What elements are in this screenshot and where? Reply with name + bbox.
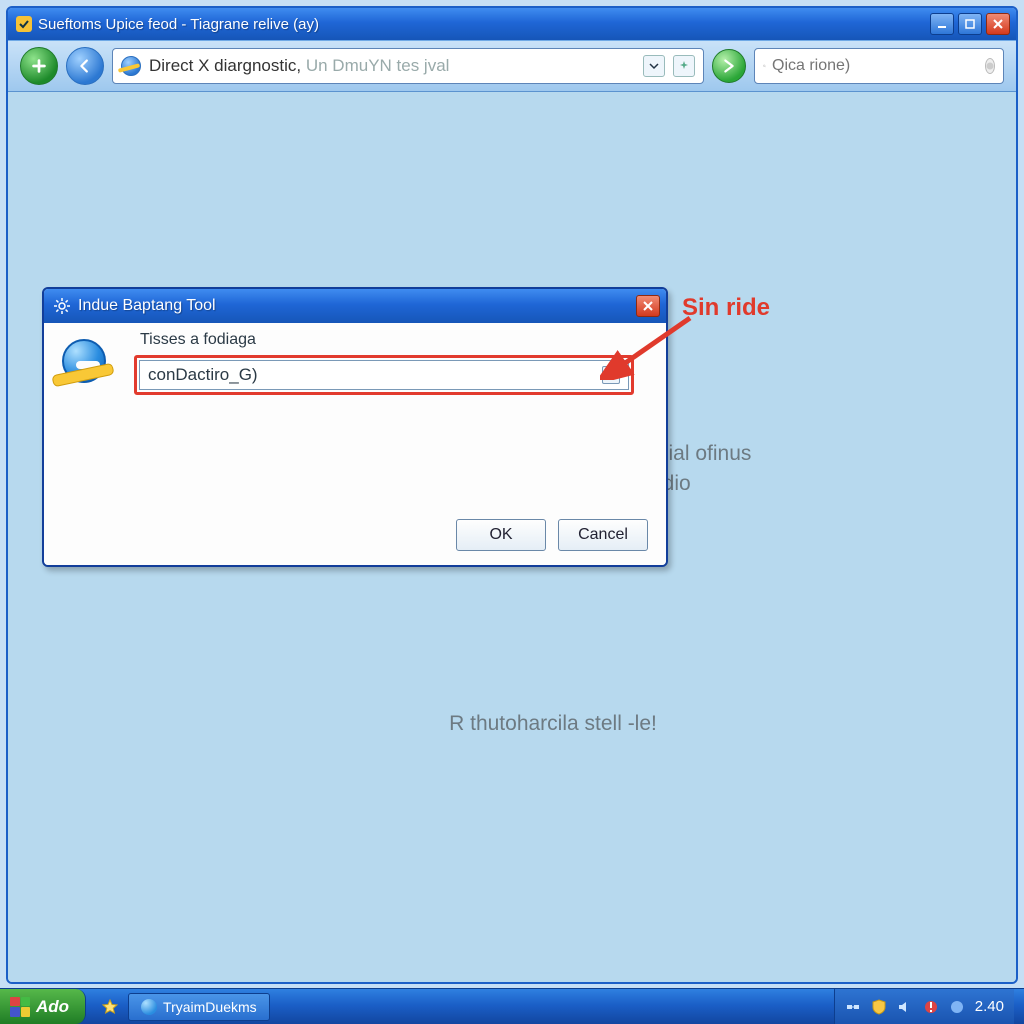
app-icon: [16, 16, 32, 32]
ie-icon: [121, 56, 141, 76]
start-label: Ado: [36, 997, 69, 1017]
search-clear-button[interactable]: [985, 58, 995, 74]
windows-logo-icon: [10, 997, 30, 1017]
address-hint: Un DmuYN tes jval: [306, 56, 450, 75]
search-input[interactable]: [772, 57, 979, 75]
minimize-button[interactable]: [930, 13, 954, 35]
forward-button[interactable]: [66, 47, 104, 85]
address-main: Direct X diargnostic,: [149, 56, 306, 75]
star-icon: [102, 999, 118, 1015]
plus-icon: [30, 57, 48, 75]
dialog-titlebar: Indue Baptang Tool: [44, 289, 666, 323]
gear-icon: [54, 298, 70, 314]
search-icon: [763, 58, 766, 74]
window-title-text: Sueftoms Upice feod - Tiagrane relive (a…: [38, 16, 319, 33]
background-text-footer: R thutoharcila stell -le!: [378, 712, 728, 736]
taskbar: Ado TryaimDuekms 2.40: [0, 988, 1024, 1024]
tray-misc-icon[interactable]: [949, 999, 965, 1015]
tray-volume-icon[interactable]: [897, 999, 913, 1015]
browser-window: Sueftoms Upice feod - Tiagrane relive (a…: [6, 6, 1018, 984]
tray-network-icon[interactable]: [845, 999, 861, 1015]
tray-update-icon[interactable]: [923, 999, 939, 1015]
tray-clock: 2.40: [975, 998, 1004, 1015]
taskbar-task-item[interactable]: TryaimDuekms: [128, 993, 270, 1021]
cancel-button[interactable]: Cancel: [558, 519, 648, 551]
close-button[interactable]: [986, 13, 1010, 35]
run-command-combo[interactable]: conDactiro_G): [139, 360, 629, 390]
task-item-label: TryaimDuekms: [163, 999, 257, 1015]
arrow-left-icon: [76, 57, 94, 75]
back-button[interactable]: [20, 47, 58, 85]
background-text-1: cial ofinus: [658, 442, 751, 466]
combo-highlight: conDactiro_G): [134, 355, 634, 395]
dialog-body: Tisses a fodiaga conDactiro_G) OK Cancel: [44, 323, 666, 565]
address-bar[interactable]: Direct X diargnostic, Un DmuYN tes jval: [112, 48, 704, 84]
address-refresh-button[interactable]: [673, 55, 695, 77]
ie-icon: [141, 999, 157, 1015]
address-dropdown-button[interactable]: [643, 55, 665, 77]
search-box[interactable]: [754, 48, 1004, 84]
window-title: Sueftoms Upice feod - Tiagrane relive (a…: [16, 16, 926, 33]
dialog-label: Tisses a fodiaga: [140, 331, 256, 349]
close-icon: [986, 62, 994, 70]
combo-dropdown-button[interactable]: [602, 366, 620, 384]
chevron-down-icon: [606, 370, 616, 380]
quicklaunch-icon[interactable]: [100, 997, 120, 1017]
dialog-close-button[interactable]: [636, 295, 660, 317]
maximize-button[interactable]: [958, 13, 982, 35]
page-content: cial ofinus ldio R thutoharcila stell -l…: [8, 92, 1016, 982]
dialog-title: Indue Baptang Tool: [78, 297, 628, 315]
system-tray: 2.40: [834, 989, 1014, 1024]
ok-button[interactable]: OK: [456, 519, 546, 551]
annotation-label: Sin ride: [682, 294, 770, 322]
arrow-right-icon: [720, 57, 738, 75]
start-button[interactable]: Ado: [0, 989, 86, 1024]
run-dialog: Indue Baptang Tool Tisses a fodiaga conD…: [42, 287, 668, 567]
titlebar: Sueftoms Upice feod - Tiagrane relive (a…: [8, 8, 1016, 40]
close-icon: [642, 300, 654, 312]
dialog-app-icon: [62, 339, 114, 391]
chevron-down-icon: [649, 61, 659, 71]
go-button[interactable]: [712, 49, 746, 83]
tray-shield-icon[interactable]: [871, 999, 887, 1015]
address-text: Direct X diargnostic, Un DmuYN tes jval: [149, 56, 635, 76]
sparkle-icon: [678, 60, 690, 72]
combo-value: conDactiro_G): [148, 365, 602, 385]
toolbar: Direct X diargnostic, Un DmuYN tes jval: [8, 40, 1016, 92]
dialog-button-row: OK Cancel: [456, 519, 648, 551]
